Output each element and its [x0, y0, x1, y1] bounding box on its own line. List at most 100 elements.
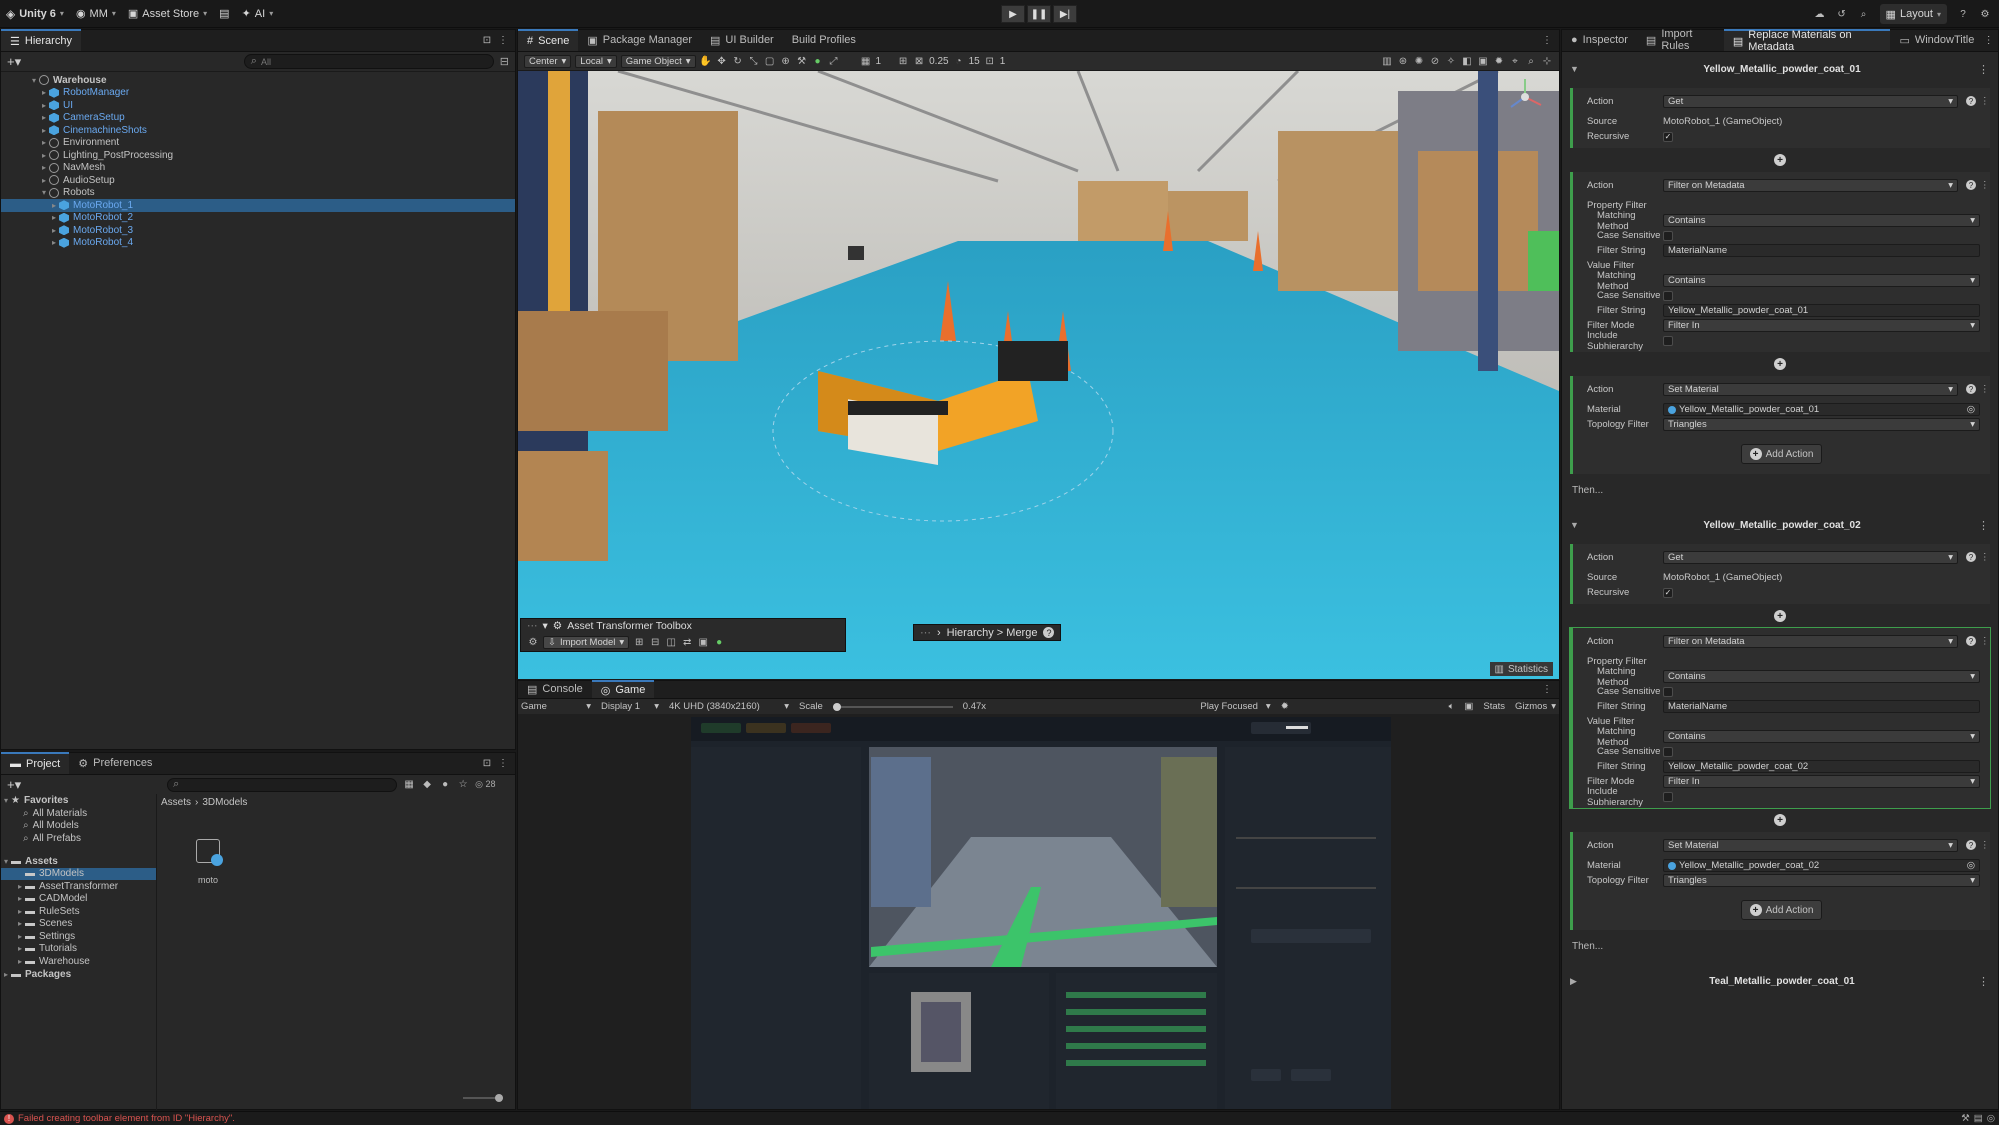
zoom-icon[interactable]: ⌕: [1525, 55, 1537, 67]
action-dropdown[interactable]: Get ▾: [1663, 94, 1958, 108]
recursive-checkbox[interactable]: ✓: [1663, 131, 1673, 142]
hierarchy-item[interactable]: ▸ MotoRobot_4: [1, 237, 515, 250]
hierarchy-search[interactable]: ⌕ All: [243, 54, 494, 69]
draw-mode-icon[interactable]: ▥: [1381, 55, 1393, 67]
action-dropdown[interactable]: Filter on Metadata ▾: [1663, 634, 1958, 648]
action-dropdown[interactable]: Set Material ▾: [1663, 838, 1958, 852]
filter-string-input[interactable]: Yellow_Metallic_powder_coat_01: [1663, 304, 1980, 317]
filter-by-label-icon[interactable]: ◆: [421, 779, 433, 791]
kebab-menu-icon[interactable]: ⋮: [1978, 519, 1998, 532]
case-sensitive-checkbox[interactable]: [1663, 290, 1673, 301]
chevron-right-icon[interactable]: ▸: [49, 226, 59, 235]
breadcrumb-leaf[interactable]: 3DModels: [202, 797, 247, 808]
chevron-right-icon[interactable]: ▸: [39, 151, 49, 160]
tab-window-title[interactable]: ▭ WindowTitle: [1890, 29, 1983, 51]
matching-method-dropdown[interactable]: Contains ▾: [1663, 670, 1980, 683]
action-dropdown[interactable]: Filter on Metadata ▾: [1663, 178, 1958, 192]
filter-mode-dropdown[interactable]: Filter In ▾: [1663, 775, 1980, 788]
help-icon[interactable]: ?: [1966, 636, 1976, 646]
scene-viewport[interactable]: ⋯ ▾ ⚙ Asset Transformer Toolbox ⚙ ⇩ Impo…: [518, 71, 1559, 679]
pause-button[interactable]: ❚❚: [1027, 5, 1051, 23]
add-icon[interactable]: +▾: [7, 777, 21, 793]
camera-settings-icon[interactable]: ▣: [1477, 55, 1489, 67]
chevron-right-icon[interactable]: ▸: [39, 126, 49, 135]
add-step-button[interactable]: +: [1562, 610, 1998, 622]
chevron-down-icon[interactable]: ▾: [543, 620, 548, 632]
stats-button[interactable]: Stats: [1483, 701, 1505, 712]
audio-toggle-icon[interactable]: ⊘: [1429, 55, 1441, 67]
transformer-logo-icon[interactable]: ⚙: [527, 636, 539, 648]
2d-toggle-icon[interactable]: ⊛: [1397, 55, 1409, 67]
hierarchy-item[interactable]: ▸ CinemachineShots: [1, 124, 515, 137]
tab-build-profiles[interactable]: Build Profiles: [783, 29, 865, 51]
rotation-snap-icon[interactable]: ◔: [953, 55, 965, 67]
hierarchy-item[interactable]: ▸ UI: [1, 99, 515, 112]
zoom-slider[interactable]: [463, 1094, 503, 1102]
breadcrumb-root[interactable]: Assets: [161, 797, 191, 808]
cloud-icon[interactable]: ☁: [1814, 8, 1826, 20]
chevron-right-icon[interactable]: ▸: [15, 894, 25, 903]
aspect-icon[interactable]: ▣: [1464, 701, 1473, 712]
folder-item[interactable]: ▸ ▬ AssetTransformer: [1, 880, 156, 893]
help-icon[interactable]: ?: [1966, 552, 1976, 562]
status-check-icon[interactable]: ◎: [1987, 1113, 1995, 1124]
rotation-snap-value[interactable]: 15: [969, 56, 980, 67]
scale-slider-handle[interactable]: [832, 702, 841, 711]
include-subhierarchy-checkbox[interactable]: [1663, 335, 1673, 346]
kebab-menu-icon[interactable]: ⋮: [1980, 180, 1990, 191]
hierarchy-tool-icon[interactable]: ⊟: [649, 636, 661, 648]
action-dropdown[interactable]: Set Material ▾: [1663, 382, 1958, 396]
hidden-objects-icon[interactable]: ◧: [1461, 55, 1473, 67]
lighting-toggle-icon[interactable]: ✺: [1413, 55, 1425, 67]
snap-icon[interactable]: ⊞: [897, 55, 909, 67]
pivot-dropdown[interactable]: Center ▾: [524, 54, 572, 68]
tab-game[interactable]: ◎ Game: [591, 680, 655, 698]
filter-by-type-icon[interactable]: ▦: [403, 779, 415, 791]
star-icon[interactable]: ☆: [457, 779, 469, 791]
folder-item[interactable]: ▸ ▬ CADModel: [1, 893, 156, 906]
run-tool-icon[interactable]: ●: [713, 636, 725, 648]
rule-header[interactable]: ▼ Yellow_Metallic_powder_coat_01 ⋮: [1562, 58, 1998, 80]
increment-snap-icon[interactable]: ⊠: [913, 55, 925, 67]
grid-snap-value[interactable]: 1: [876, 56, 882, 67]
tab-ui-builder[interactable]: ▤ UI Builder: [701, 29, 783, 51]
source-value[interactable]: MotoRobot_1 (GameObject): [1663, 116, 1980, 127]
hierarchy-item[interactable]: ▸ Environment: [1, 137, 515, 150]
help-icon[interactable]: ?: [1966, 384, 1976, 394]
hierarchy-item[interactable]: ▸ AudioSetup: [1, 174, 515, 187]
tab-console[interactable]: ▤ Console: [518, 680, 592, 698]
folder-item[interactable]: ▸ ▬ RuleSets: [1, 905, 156, 918]
chevron-right-icon[interactable]: ▸: [39, 163, 49, 172]
progress-icon[interactable]: ⚒: [1961, 1113, 1970, 1124]
folder-item[interactable]: ▸ ▬ Warehouse: [1, 955, 156, 968]
tab-import-rules[interactable]: ▤ Import Rules: [1637, 28, 1724, 52]
hierarchy-item[interactable]: ▸ MotoRobot_1: [1, 199, 515, 212]
layout-dropdown[interactable]: ▦ Layout ▾: [1879, 4, 1947, 24]
lock-icon[interactable]: ⊡: [481, 34, 493, 46]
hierarchy-item[interactable]: ▸ NavMesh: [1, 162, 515, 175]
status-message[interactable]: Failed creating toolbar element from ID …: [18, 1113, 235, 1124]
rule-header[interactable]: ▼ Yellow_Metallic_powder_coat_02 ⋮: [1562, 514, 1998, 536]
folder-item[interactable]: ▸ ▬ Tutorials: [1, 943, 156, 956]
increment-snap-value[interactable]: 0.25: [929, 56, 948, 67]
help-icon[interactable]: ?: [1966, 180, 1976, 190]
hierarchy-item[interactable]: ▸ Lighting_PostProcessing: [1, 149, 515, 162]
account-button[interactable]: ◉ MM ▾: [70, 4, 122, 24]
hand-tool-icon[interactable]: ✋: [699, 55, 711, 67]
chevron-right-icon[interactable]: ▸: [15, 882, 25, 891]
merge-tool-icon[interactable]: ⊞: [633, 636, 645, 648]
fx-toggle-icon[interactable]: ✧: [1445, 55, 1457, 67]
scene-orientation-gizmo[interactable]: [1505, 77, 1545, 117]
target-icon[interactable]: ◎: [1967, 404, 1975, 415]
gizmos-dropdown[interactable]: Gizmos ▾: [1515, 701, 1556, 712]
target-icon[interactable]: ◎: [1967, 860, 1975, 871]
case-sensitive-checkbox[interactable]: [1663, 746, 1673, 757]
case-sensitive-checkbox[interactable]: [1663, 230, 1673, 241]
orientation-icon[interactable]: ⌖: [1509, 55, 1521, 67]
add-icon[interactable]: +▾: [7, 54, 21, 70]
topology-filter-dropdown[interactable]: Triangles ▾: [1663, 874, 1980, 887]
kebab-menu-icon[interactable]: ⋮: [1980, 840, 1990, 851]
statistics-button[interactable]: ▥ Statistics: [1489, 662, 1553, 676]
favorites-header[interactable]: ▾ ★ Favorites: [1, 794, 156, 807]
help-icon[interactable]: ?: [1043, 627, 1055, 638]
